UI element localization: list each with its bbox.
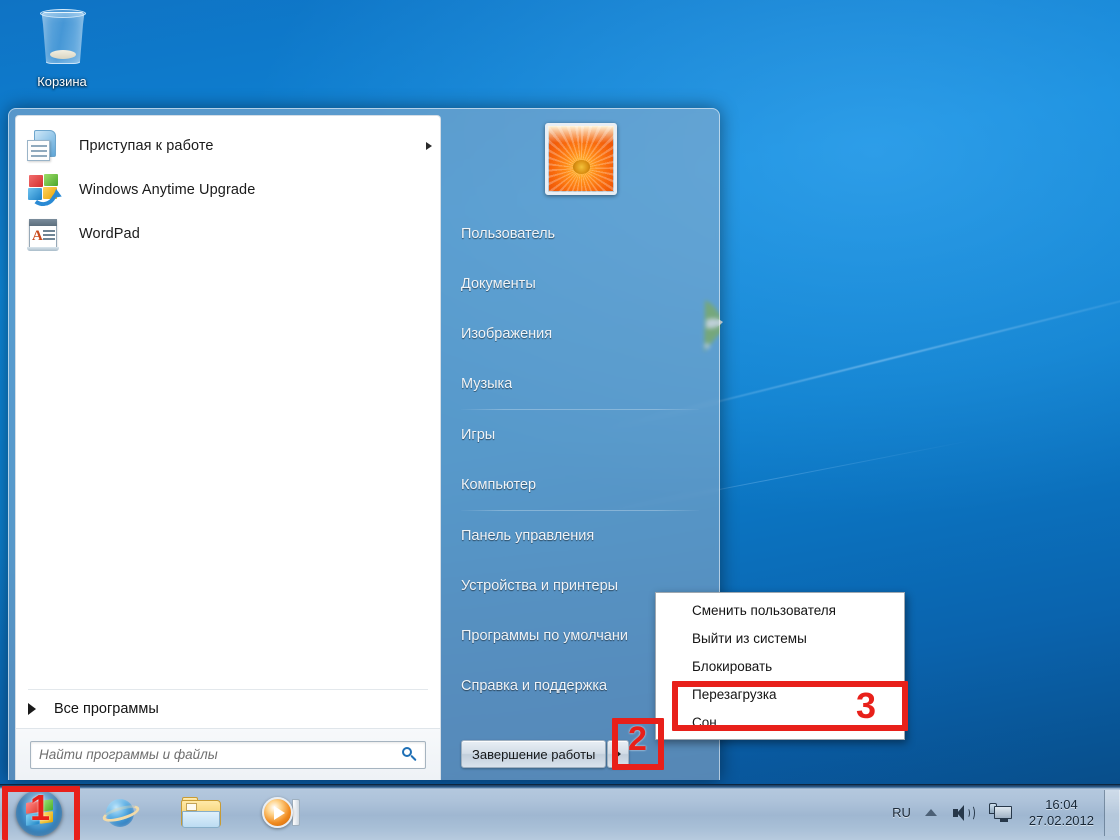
start-menu: Приступая к работе Windows Anytime Upgra… <box>8 108 720 780</box>
shutdown-options-arrow-button[interactable] <box>607 740 629 768</box>
right-item-label: Документы <box>461 276 536 292</box>
right-item-label: Справка и поддержка <box>461 678 607 694</box>
all-programs-button[interactable]: Все программы <box>16 690 440 728</box>
right-item-control-panel[interactable]: Панель управления <box>449 511 713 561</box>
submenu-item-restart[interactable]: Перезагрузка <box>656 680 904 708</box>
chevron-up-icon[interactable] <box>925 809 937 816</box>
right-item-label: Пользователь <box>461 226 555 242</box>
internet-explorer-icon <box>103 796 139 830</box>
getting-started-icon <box>26 128 62 164</box>
clock-date: 27.02.2012 <box>1029 813 1094 829</box>
start-orb[interactable] <box>8 790 70 836</box>
shutdown-button[interactable]: Завершение работы <box>461 740 606 768</box>
submenu-item-sleep[interactable]: Сон <box>656 708 904 736</box>
speaker-icon[interactable] <box>953 804 975 822</box>
submenu-item-log-off[interactable]: Выйти из системы <box>656 624 904 652</box>
right-item-documents[interactable]: Документы <box>449 259 713 309</box>
search-zone <box>16 728 440 780</box>
taskbar-file-explorer[interactable] <box>172 790 230 836</box>
right-item-music[interactable]: Музыка <box>449 359 713 409</box>
network-icon[interactable] <box>989 803 1013 823</box>
right-item-pictures[interactable]: Изображения <box>449 309 713 359</box>
start-item-label: WordPad <box>79 226 140 242</box>
start-item-getting-started[interactable]: Приступая к работе <box>16 124 440 168</box>
search-icon <box>401 747 417 763</box>
windows-logo-icon <box>26 172 62 208</box>
right-item-label: Программы по умолчани <box>461 628 628 644</box>
language-indicator[interactable]: RU <box>892 805 911 820</box>
right-item-label: Музыка <box>461 376 512 392</box>
clock-time: 16:04 <box>1029 797 1094 813</box>
file-explorer-icon <box>181 797 221 829</box>
windows-logo-icon <box>16 790 62 836</box>
right-item-label: Изображения <box>461 326 552 342</box>
desktop-icon-recycle-bin[interactable]: Корзина <box>14 6 110 89</box>
shutdown-button-label: Завершение работы <box>472 747 595 762</box>
right-item-label: Устройства и принтеры <box>461 578 618 594</box>
search-box[interactable] <box>30 741 426 769</box>
show-desktop-button[interactable] <box>1104 790 1120 836</box>
avatar[interactable] <box>545 123 617 195</box>
start-item-label: Приступая к работе <box>79 138 214 154</box>
right-item-label: Игры <box>461 427 495 443</box>
start-item-windows-anytime-upgrade[interactable]: Windows Anytime Upgrade <box>16 168 440 212</box>
start-menu-left-pane: Приступая к работе Windows Anytime Upgra… <box>15 115 441 780</box>
taskbar: RU 16:04 27.02.2012 <box>0 784 1120 840</box>
desktop-icon-label: Корзина <box>14 74 110 89</box>
start-item-label: Windows Anytime Upgrade <box>79 182 255 198</box>
all-programs-label: Все программы <box>54 701 159 717</box>
shutdown-submenu: Сменить пользователя Выйти из системы Бл… <box>655 592 905 740</box>
chevron-right-icon <box>426 142 432 150</box>
right-item-games[interactable]: Игры <box>449 410 713 460</box>
chevron-right-icon <box>28 703 36 715</box>
taskbar-windows-media-player[interactable] <box>252 790 310 836</box>
right-item-label: Компьютер <box>461 477 536 493</box>
right-item-user[interactable]: Пользователь <box>449 209 713 259</box>
clock[interactable]: 16:04 27.02.2012 <box>1029 797 1094 829</box>
search-input[interactable] <box>39 747 401 762</box>
windows-media-player-icon <box>262 796 300 830</box>
submenu-item-lock[interactable]: Блокировать <box>656 652 904 680</box>
system-tray: RU 16:04 27.02.2012 <box>892 790 1120 836</box>
wordpad-icon: A <box>26 216 62 252</box>
pinned-programs-list: Приступая к работе Windows Anytime Upgra… <box>16 116 440 689</box>
start-item-wordpad[interactable]: A WordPad <box>16 212 440 256</box>
taskbar-internet-explorer[interactable] <box>92 790 150 836</box>
right-item-label: Панель управления <box>461 528 594 544</box>
right-item-computer[interactable]: Компьютер <box>449 460 713 510</box>
submenu-item-switch-user[interactable]: Сменить пользователя <box>656 596 904 624</box>
chevron-right-icon <box>616 750 621 758</box>
recycle-bin-icon <box>14 6 110 72</box>
